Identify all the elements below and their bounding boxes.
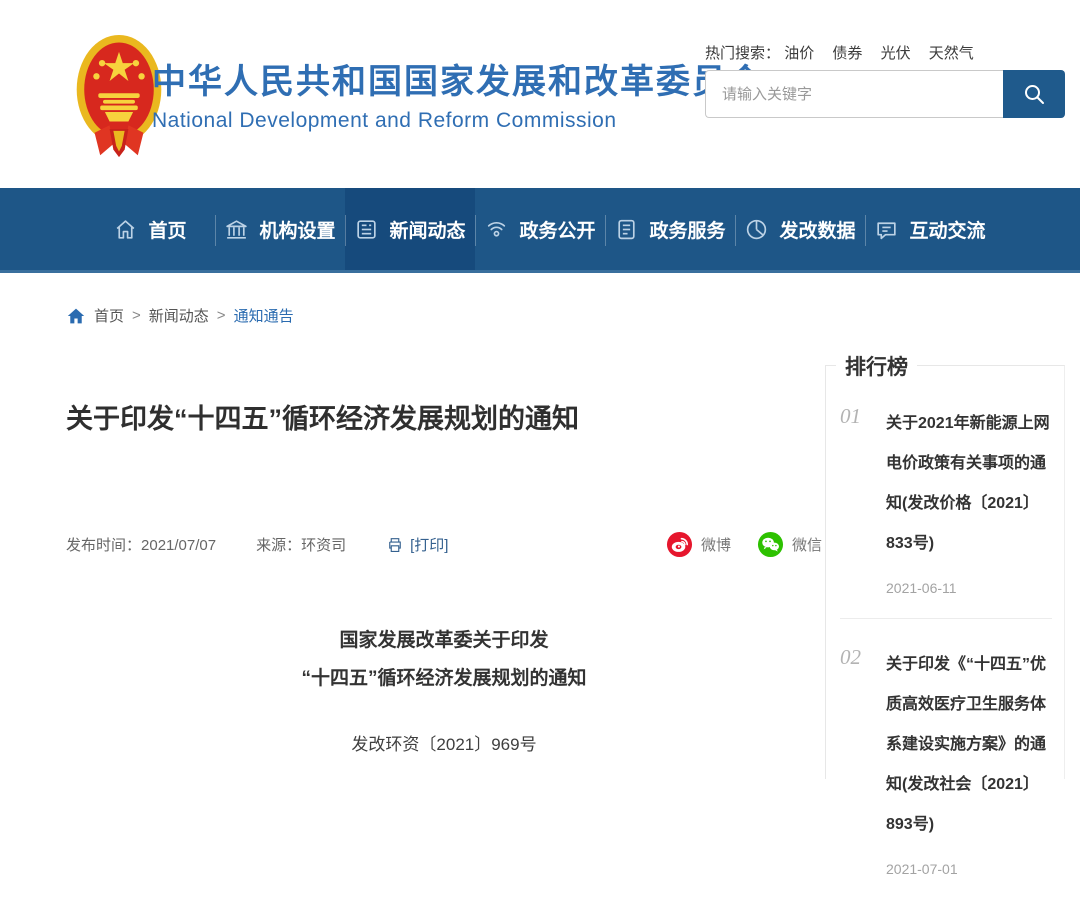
weibo-icon [666, 531, 693, 558]
share-weibo-button[interactable]: 微博 [666, 531, 731, 558]
nav-item-gov-disclosure[interactable]: 政务公开 [475, 188, 605, 270]
hot-search-bar: 热门搜索： 油价 债券 光伏 天然气 [705, 42, 988, 63]
publish-time-label: 发布时间： [66, 537, 141, 554]
newspaper-icon [354, 217, 379, 242]
publish-time: 发布时间：2021/07/07 [66, 534, 216, 555]
nav-item-home[interactable]: 首页 [85, 188, 215, 270]
share-group: 微博 微信 [666, 531, 822, 558]
site-title-english: National Development and Reform Commissi… [152, 109, 764, 133]
rank-number: 01 [840, 404, 874, 429]
print-label: [打印] [410, 534, 448, 555]
hot-search-term-gas[interactable]: 天然气 [929, 45, 974, 62]
nav-item-label: 发改数据 [779, 216, 855, 243]
chat-icon [874, 217, 899, 242]
article-meta-row: 发布时间：2021/07/07 来源：环资司 [打印] 微博 [66, 531, 822, 558]
nav-item-news[interactable]: 新闻动态 [345, 188, 475, 270]
ranking-list: 01 关于2021年新能源上网电价政策有关事项的通知(发改价格〔2021〕833… [826, 366, 1064, 899]
nav-item-gov-services[interactable]: 政务服务 [605, 188, 735, 270]
ranking-item-link[interactable]: 关于2021年新能源上网电价政策有关事项的通知(发改价格〔2021〕833号) [886, 404, 1052, 564]
nav-item-ndrc-data[interactable]: 发改数据 [735, 188, 865, 270]
breadcrumb-separator: > [132, 307, 141, 324]
site-title-block: 中华人民共和国国家发展和改革委员会 National Development a… [152, 62, 764, 133]
document-number: 发改环资〔2021〕969号 [66, 730, 822, 755]
printer-icon [386, 536, 404, 554]
article-title: 关于印发“十四五”循环经济发展规划的通知 [66, 397, 822, 436]
ranking-sidebar: 排行榜 01 关于2021年新能源上网电价政策有关事项的通知(发改价格〔2021… [825, 365, 1065, 779]
hot-search-term-bonds[interactable]: 债券 [832, 45, 862, 62]
nav-item-label: 政务公开 [519, 216, 595, 243]
nav-item-organization[interactable]: 机构设置 [215, 188, 345, 270]
article-body: 国家发展改革委关于印发 “十四五”循环经济发展规划的通知 发改环资〔2021〕9… [66, 622, 822, 755]
rank-number: 02 [840, 645, 874, 670]
share-wechat-button[interactable]: 微信 [757, 531, 822, 558]
publish-time-value: 2021/07/07 [141, 537, 216, 554]
wechat-label: 微信 [792, 534, 822, 555]
breadcrumb-home[interactable]: 首页 [94, 305, 124, 326]
breadcrumb-notices[interactable]: 通知通告 [234, 305, 294, 326]
list-item: 01 关于2021年新能源上网电价政策有关事项的通知(发改价格〔2021〕833… [840, 404, 1052, 619]
search-button[interactable] [1003, 70, 1065, 118]
ranking-item-link[interactable]: 关于印发《“十四五”优质高效医疗卫生服务体系建设实施方案》的通知(发改社会〔20… [886, 645, 1052, 845]
nav-item-interaction[interactable]: 互动交流 [865, 188, 995, 270]
source-label: 来源： [256, 537, 301, 554]
broadcast-icon [484, 217, 509, 242]
nav-item-label: 机构设置 [259, 216, 335, 243]
home-icon [66, 307, 86, 325]
document-icon [614, 217, 639, 242]
home-icon [113, 217, 138, 242]
article-source: 来源：环资司 [256, 534, 346, 555]
nav-item-label: 政务服务 [649, 216, 725, 243]
search-box [705, 70, 1065, 118]
document-title-line1: 国家发展改革委关于印发 [66, 622, 822, 660]
source-value: 环资司 [301, 537, 346, 554]
bank-icon [224, 217, 249, 242]
breadcrumb: 首页 > 新闻动态 > 通知通告 [66, 305, 294, 326]
list-item: 02 关于印发《“十四五”优质高效医疗卫生服务体系建设实施方案》的通知(发改社会… [840, 645, 1052, 899]
pie-chart-icon [744, 217, 769, 242]
breadcrumb-news[interactable]: 新闻动态 [149, 305, 209, 326]
hot-search-label: 热门搜索： [705, 45, 780, 62]
print-button[interactable]: [打印] [386, 534, 448, 555]
search-icon [1022, 82, 1046, 106]
search-input[interactable] [705, 70, 1003, 118]
weibo-label: 微博 [701, 534, 731, 555]
site-header: 中华人民共和国国家发展和改革委员会 National Development a… [0, 0, 1080, 188]
site-title-chinese: 中华人民共和国国家发展和改革委员会 [152, 62, 764, 103]
breadcrumb-separator: > [217, 307, 226, 324]
main-nav: 首页 机构设置 新闻动态 政务公开 政务服务 [0, 188, 1080, 273]
document-title-line2: “十四五”循环经济发展规划的通知 [66, 660, 822, 698]
ranking-item-date: 2021-06-11 [886, 580, 1052, 596]
nav-item-label: 互动交流 [909, 216, 985, 243]
nav-item-label: 首页 [148, 216, 186, 243]
ranking-item-date: 2021-07-01 [886, 861, 1052, 877]
hot-search-term-pv[interactable]: 光伏 [881, 45, 911, 62]
ranking-title: 排行榜 [836, 351, 917, 381]
nav-item-label: 新闻动态 [389, 216, 465, 243]
wechat-icon [757, 531, 784, 558]
hot-search-term-oil[interactable]: 油价 [784, 45, 814, 62]
